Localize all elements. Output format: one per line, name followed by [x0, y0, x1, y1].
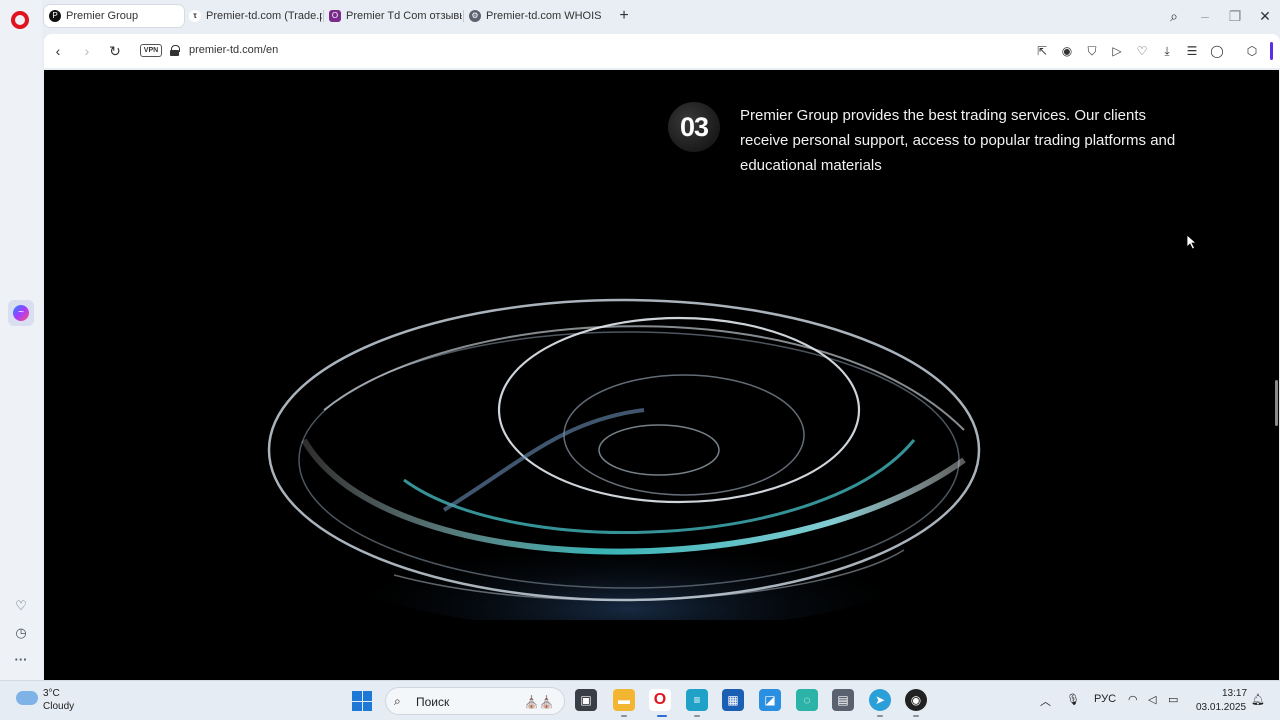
tab-trustpilot[interactable]: τ Premier-td.com (Trade.pre — [184, 5, 322, 27]
task-view-icon[interactable]: ▣ — [575, 689, 597, 711]
page-content: 03 Premier Group provides the best tradi… — [44, 70, 1279, 680]
notification-bell-icon[interactable]: 🔔︎ — [1251, 693, 1265, 706]
edge-icon[interactable]: ◌ — [796, 689, 818, 711]
minimize-icon[interactable]: – — [1196, 7, 1214, 25]
step-number-badge: 03 — [668, 102, 720, 152]
back-icon[interactable]: ‹ — [49, 42, 67, 60]
glass-ring-sculpture-image — [267, 298, 981, 620]
tab-bar: P Premier Group τ Premier-td.com (Trade.… — [42, 0, 1280, 32]
calculator-icon[interactable]: ▤ — [832, 689, 854, 711]
heart-icon[interactable]: ♡ — [12, 597, 30, 615]
lock-icon[interactable] — [170, 45, 180, 56]
mouse-cursor-icon — [1186, 234, 1198, 250]
running-indicator — [621, 715, 627, 717]
search-icon: ⌕ — [394, 694, 401, 708]
premier-logo-icon: P — [49, 10, 61, 22]
windows-start-icon[interactable] — [352, 691, 372, 711]
running-indicator — [694, 715, 700, 717]
shield-icon[interactable]: ⛉ — [1084, 43, 1100, 59]
opera-logo-icon[interactable] — [11, 11, 29, 29]
url-field[interactable]: premier-td.com/en — [189, 44, 278, 56]
clock-date[interactable]: 03.01.2025 — [1196, 702, 1246, 713]
file-explorer-icon[interactable]: ▬ — [613, 689, 635, 711]
messenger-icon[interactable]: ~ — [8, 300, 34, 326]
store-icon[interactable]: ▦ — [722, 689, 744, 711]
weather-temperature[interactable]: 3°C — [43, 688, 60, 699]
camera-icon[interactable]: ◉ — [1059, 43, 1075, 59]
download-icon[interactable]: ⤓ — [1159, 43, 1175, 59]
microphone-icon[interactable]: 🎙︎ — [1066, 693, 1080, 706]
tab-label: Premier-td.com WHOIS, D — [486, 10, 602, 22]
taskbar-search[interactable]: ⌕ Поиск ⛪⛪ — [385, 687, 565, 715]
easy-setup-icon[interactable]: ☰ — [1184, 43, 1200, 59]
tab-whois[interactable]: ⚙ Premier-td.com WHOIS, D — [464, 5, 602, 27]
trustpilot-icon: τ — [189, 10, 201, 22]
more-icon[interactable]: ··· — [12, 651, 30, 669]
opera-taskbar-icon[interactable]: O — [649, 689, 671, 711]
profile-icon[interactable]: ◯ — [1209, 43, 1225, 59]
running-indicator — [657, 715, 667, 717]
battery-icon[interactable]: ▭ — [1168, 693, 1178, 706]
search-tabs-icon[interactable]: ⌕ — [1165, 7, 1183, 25]
vpn-badge[interactable]: VPN — [140, 44, 162, 57]
tab-premier-group[interactable]: P Premier Group — [44, 5, 184, 27]
search-label: Поиск — [416, 695, 450, 709]
share-icon[interactable]: ⇱ — [1034, 43, 1050, 59]
tab-label: Premier Td Com отзывы : — [346, 10, 462, 22]
sidebar-toggle[interactable] — [1270, 42, 1273, 60]
search-highlight-icon: ⛪⛪ — [524, 695, 554, 709]
whois-gear-icon: ⚙ — [469, 10, 481, 22]
opera-sidebar: ~ ♡ ◷ ··· — [0, 0, 42, 680]
photos-icon[interactable]: ◪ — [759, 689, 781, 711]
history-icon[interactable]: ◷ — [12, 624, 30, 642]
wifi-icon[interactable]: ◠ — [1128, 693, 1138, 706]
windows-taskbar: 3°C Cloudy ⌕ Поиск ⛪⛪ ▣ ▬ O ≡ ▦ ◪ ◌ ▤ ➤ … — [0, 680, 1280, 720]
forward-icon[interactable]: › — [78, 42, 96, 60]
step-description: Premier Group provides the best trading … — [740, 107, 1176, 174]
tab-label: Premier-td.com (Trade.pre — [206, 10, 322, 22]
weather-description[interactable]: Cloudy — [43, 701, 74, 712]
volume-icon[interactable]: ◁ — [1148, 693, 1156, 706]
new-tab-plus-icon[interactable]: + — [614, 6, 634, 26]
language-indicator[interactable]: РУС — [1094, 693, 1116, 705]
tab-reviews[interactable]: O Premier Td Com отзывы : — [324, 5, 462, 27]
address-bar: ‹ › ↻ VPN premier-td.com/en ⇱ ◉ ⛉ ▷ ♡ ⤓ … — [44, 34, 1280, 68]
restore-icon[interactable]: ❐ — [1226, 7, 1244, 25]
heart-icon[interactable]: ♡ — [1134, 43, 1150, 59]
obs-icon[interactable]: ◉ — [905, 689, 927, 711]
extensions-cube-icon[interactable]: ⬡ — [1244, 43, 1260, 59]
chevron-up-icon[interactable]: ︿ — [1040, 693, 1051, 709]
running-indicator — [877, 715, 883, 717]
page-scrollbar[interactable] — [1275, 380, 1278, 426]
notepad-icon[interactable]: ≡ — [686, 689, 708, 711]
cloud-icon[interactable] — [16, 691, 38, 705]
clock-time[interactable]: 13:17 — [1222, 688, 1247, 699]
reload-icon[interactable]: ↻ — [106, 42, 124, 60]
running-indicator — [913, 715, 919, 717]
telegram-icon[interactable]: ➤ — [869, 689, 891, 711]
play-icon[interactable]: ▷ — [1109, 43, 1125, 59]
reviews-site-icon: O — [329, 10, 341, 22]
tab-label: Premier Group — [66, 10, 139, 22]
close-icon[interactable]: ✕ — [1256, 7, 1274, 25]
